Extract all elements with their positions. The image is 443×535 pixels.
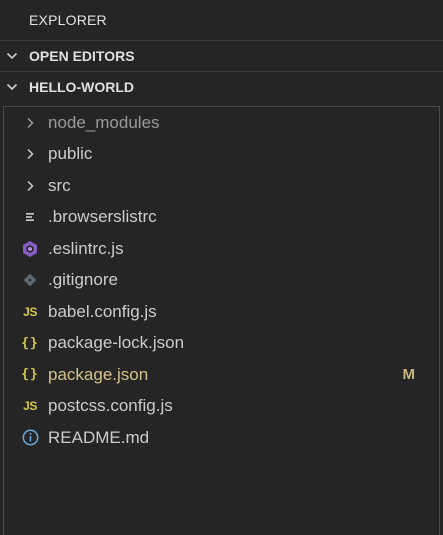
chevron-right-icon (21, 145, 39, 163)
tree-item-label: package.json (48, 364, 149, 384)
json-icon: {} (21, 335, 39, 351)
git-icon (21, 271, 39, 289)
tree-item-browserslistrc[interactable]: .browserslistrc (4, 202, 439, 234)
tree-item-eslintrc[interactable]: .eslintrc.js (4, 233, 439, 265)
tree-item-label: .browserslistrc (48, 207, 157, 227)
js-icon: JS (23, 304, 37, 319)
modified-badge: M (402, 366, 416, 384)
json-icon: {} (21, 367, 39, 383)
tree-item-postcss-config[interactable]: JS postcss.config.js (4, 391, 439, 423)
chevron-down-icon (6, 50, 18, 62)
tree-item-label: babel.config.js (48, 301, 157, 321)
tree-item-node-modules[interactable]: node_modules (4, 107, 439, 139)
hello-world-label: HELLO-WORLD (29, 79, 134, 95)
explorer-panel: EXPLORER OPEN EDITORS HELLO-WORLD node_m… (0, 0, 443, 535)
chevron-down-icon (6, 81, 18, 93)
file-tree: node_modules public src .browserslistrc … (3, 106, 440, 535)
tree-item-package-lock[interactable]: {} package-lock.json (4, 328, 439, 360)
tree-item-gitignore[interactable]: .gitignore (4, 265, 439, 297)
tree-item-label: .eslintrc.js (48, 238, 124, 258)
tree-item-readme[interactable]: README.md (4, 422, 439, 454)
tree-item-public[interactable]: public (4, 139, 439, 171)
open-editors-header[interactable]: OPEN EDITORS (0, 40, 443, 71)
eslint-icon (21, 240, 39, 258)
lines-file-icon (21, 208, 39, 226)
explorer-title: EXPLORER (29, 12, 107, 28)
tree-item-src[interactable]: src (4, 170, 439, 202)
tree-item-label: public (48, 144, 93, 164)
tree-item-label: package-lock.json (48, 333, 185, 353)
info-icon (21, 429, 39, 447)
js-icon: JS (23, 399, 37, 414)
tree-item-babel-config[interactable]: JS babel.config.js (4, 296, 439, 328)
chevron-right-icon (21, 114, 39, 132)
open-editors-label: OPEN EDITORS (29, 48, 135, 64)
tree-item-label: .gitignore (48, 270, 118, 290)
tree-item-label: node_modules (48, 112, 160, 132)
chevron-right-icon (21, 177, 39, 195)
tree-item-label: postcss.config.js (48, 396, 173, 416)
hello-world-header[interactable]: HELLO-WORLD (0, 71, 443, 102)
tree-item-package-json[interactable]: {} package.json M (4, 359, 439, 391)
tree-item-label: README.md (48, 427, 150, 447)
tree-item-label: src (48, 175, 71, 195)
